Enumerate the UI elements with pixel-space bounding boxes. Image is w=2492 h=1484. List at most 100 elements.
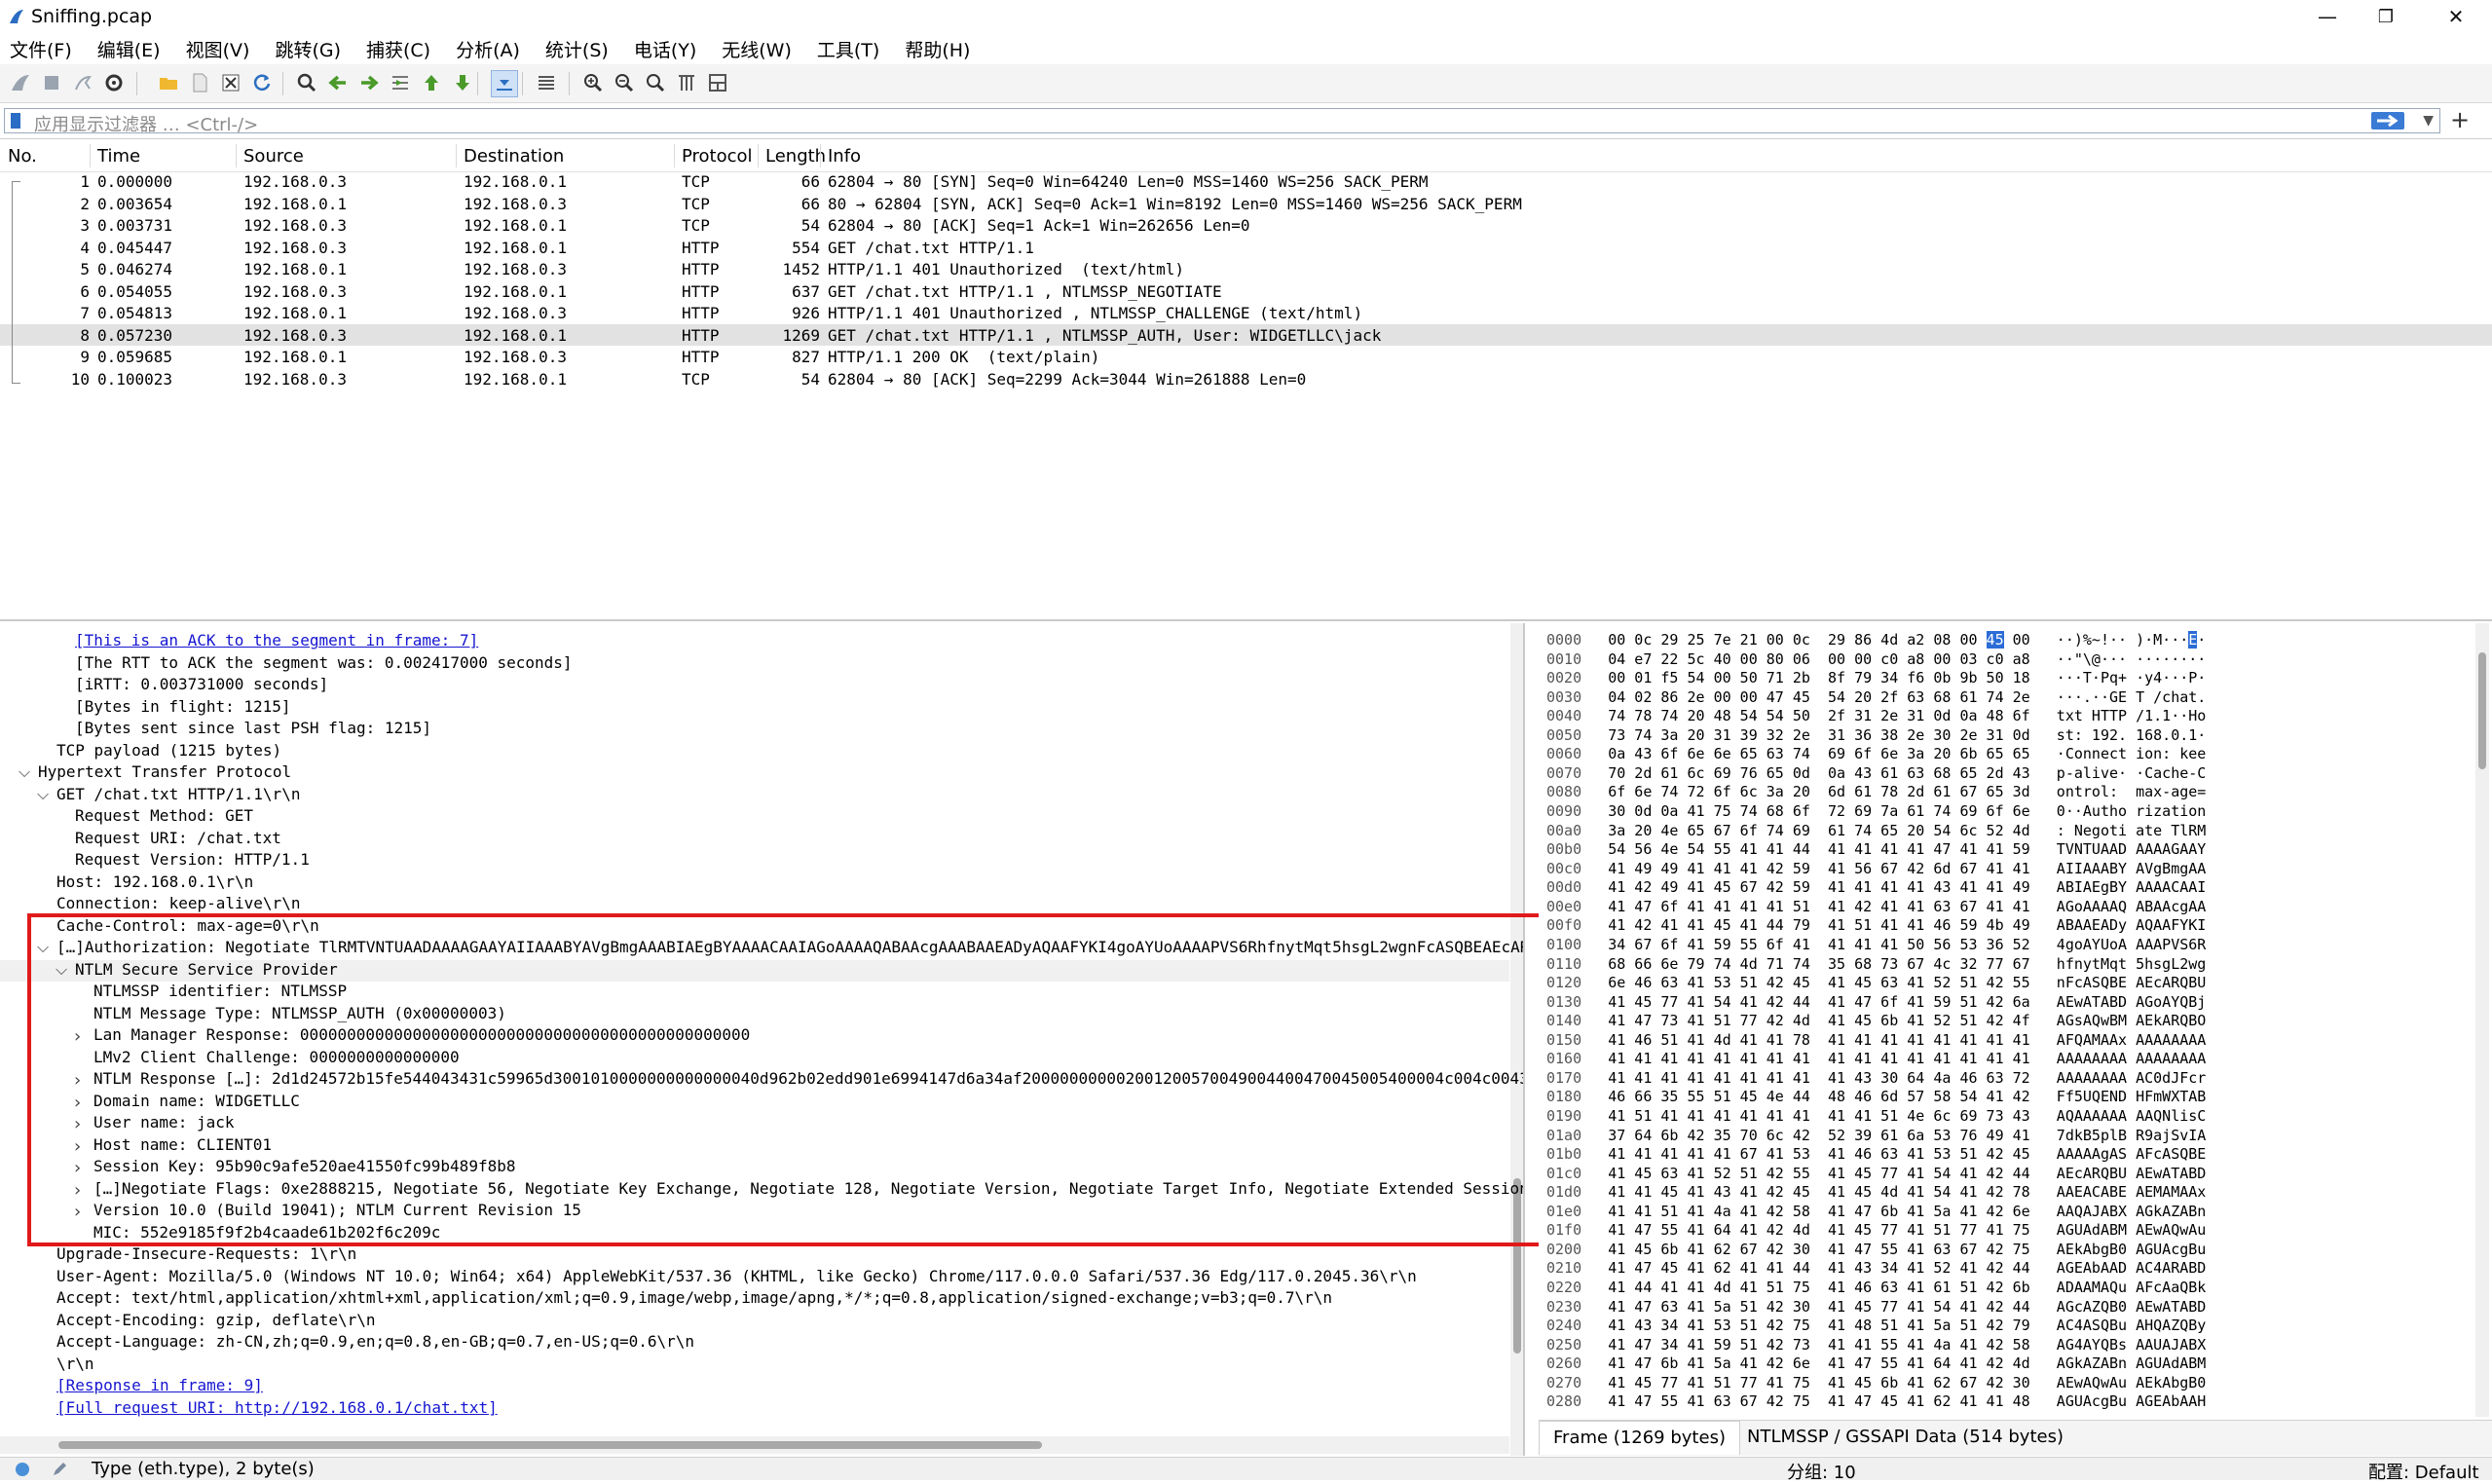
hex-row[interactable]: 0270 41 45 77 41 51 77 41 75 41 45 6b 41… <box>1546 1374 2206 1393</box>
hex-ascii[interactable]: ···T·Pq+ ·y4···P· <box>2057 669 2207 686</box>
column-divider[interactable] <box>456 144 457 167</box>
hex-bytes[interactable]: 41 42 41 41 45 41 44 79 41 51 41 41 46 5… <box>1608 916 2029 934</box>
expand-closed-chevron-icon[interactable]: › <box>74 1114 81 1134</box>
detail-line[interactable]: NTLM Message Type: NTLMSSP_AUTH (0x00000… <box>93 1004 506 1025</box>
menu-item-8[interactable]: 无线(W) <box>722 36 792 62</box>
colorize-icon[interactable] <box>534 70 559 95</box>
expand-open-chevron-icon[interactable]: ⌵ <box>37 938 49 957</box>
hex-row[interactable]: 01d0 41 41 45 41 43 41 42 45 41 45 4d 41… <box>1546 1183 2206 1203</box>
options-gear-icon[interactable] <box>101 70 127 95</box>
hex-ascii[interactable]: txt HTTP /1.1··Ho <box>2057 707 2207 724</box>
hex-ascii[interactable]: AGUAcgBu AGEAbAAH <box>2057 1392 2207 1410</box>
detail-line[interactable]: Host: 192.168.0.1\r\n <box>56 872 253 894</box>
hex-ascii[interactable]: p-alive· ·Cache-C <box>2057 764 2207 782</box>
hex-ascii[interactable]: AGUAdABM AEwAQwAu <box>2057 1221 2207 1239</box>
hex-row[interactable]: 0130 41 45 77 41 54 41 42 44 41 47 6f 41… <box>1546 993 2206 1013</box>
detail-line[interactable]: TCP payload (1215 bytes) <box>56 741 281 762</box>
hex-ascii[interactable]: AAAAAAAA AC0dJFcr <box>2057 1069 2207 1087</box>
packet-row[interactable]: 3 0.003731 192.168.0.3 192.168.0.1 TCP 54 6280… <box>0 214 2492 236</box>
packet-row[interactable]: 5 0.046274 192.168.0.1 192.168.0.3 HTTP 1452 H… <box>0 258 2492 279</box>
details-scroll-thumb[interactable] <box>1513 1178 1521 1354</box>
packet-row[interactable]: 8 0.057230 192.168.0.3 192.168.0.1 HTTP 1269 G… <box>0 323 2492 346</box>
expand-closed-chevron-icon[interactable]: › <box>74 1158 81 1178</box>
hex-row[interactable]: 0140 41 47 73 41 51 77 42 4d 41 45 6b 41… <box>1546 1012 2206 1031</box>
hex-row[interactable]: 0040 74 78 74 20 48 54 54 50 2f 31 2e 31… <box>1546 707 2206 726</box>
hex-bytes[interactable]: 6f 6e 74 72 6f 6c 3a 20 6d 61 78 2d 61 6… <box>1608 783 2029 800</box>
layout-icon[interactable] <box>705 70 730 95</box>
column-divider[interactable] <box>236 144 237 167</box>
detail-line[interactable]: Cache-Control: max-age=0\r\n <box>56 916 319 938</box>
hex-row[interactable]: 0050 73 74 3a 20 31 39 32 2e 31 36 38 2e… <box>1546 726 2206 746</box>
column-divider[interactable] <box>758 144 759 167</box>
status-profile[interactable]: 配置: Default <box>2368 1459 2479 1484</box>
hex-bytes[interactable]: 41 49 49 41 41 41 42 59 41 56 67 42 6d 6… <box>1608 860 2029 877</box>
hex-bytes[interactable]: 41 47 73 41 51 77 42 4d 41 45 6b 41 52 5… <box>1608 1012 2029 1029</box>
hex-row[interactable]: 0280 41 47 55 41 63 67 42 75 41 47 45 41… <box>1546 1392 2206 1412</box>
hex-row[interactable]: 0150 41 46 51 41 4d 41 41 78 41 41 41 41… <box>1546 1031 2206 1051</box>
packet-row[interactable]: 9 0.059685 192.168.0.1 192.168.0.3 HTTP 827 HT… <box>0 346 2492 367</box>
hex-bytes[interactable]: 41 47 55 41 63 67 42 75 41 47 45 41 62 4… <box>1608 1392 2029 1410</box>
packet-row[interactable]: 10 0.100023 192.168.0.3 192.168.0.1 TCP 54 628… <box>0 368 2492 390</box>
forward-arrow-icon[interactable] <box>356 70 382 95</box>
detail-line[interactable]: Session Key: 95b90c9afe520ae41550fc99b48… <box>93 1157 515 1178</box>
detail-line[interactable]: MIC: 552e9185f9f2b4caade61b202f6c209c <box>93 1223 440 1244</box>
hex-row[interactable]: 0190 41 51 41 41 41 41 41 41 41 41 51 4e… <box>1546 1107 2206 1127</box>
column-header-0[interactable]: No. <box>8 146 37 167</box>
expand-open-chevron-icon[interactable]: ⌵ <box>19 762 30 782</box>
bytes-scroll-thumb[interactable] <box>2478 652 2486 769</box>
detail-line[interactable]: NTLMSSP identifier: NTLMSSP <box>93 982 347 1003</box>
expand-closed-chevron-icon[interactable]: › <box>74 1026 81 1047</box>
hex-ascii[interactable]: ABIAEgBY AAAACAAI <box>2057 878 2207 896</box>
hex-row[interactable]: 0080 6f 6e 74 72 6f 6c 3a 20 6d 61 78 2d… <box>1546 783 2206 802</box>
hex-row[interactable]: 0030 04 02 86 2e 00 00 47 45 54 20 2f 63… <box>1546 688 2206 708</box>
hex-row[interactable]: 0230 41 47 63 41 5a 51 42 30 41 45 77 41… <box>1546 1298 2206 1317</box>
hex-ascii[interactable]: ADAAMAQu AFcAaQBk <box>2057 1279 2207 1296</box>
detail-line[interactable]: NTLM Response […]: 2d1d24572b15fe5440434… <box>93 1069 1523 1091</box>
hex-bytes[interactable]: 74 78 74 20 48 54 54 50 2f 31 2e 31 0d 0… <box>1608 707 2029 724</box>
autoscroll-icon[interactable] <box>491 70 518 97</box>
detail-line[interactable]: [This is an ACK to the segment in frame:… <box>75 631 478 652</box>
hex-row[interactable]: 0020 00 01 f5 54 00 50 71 2b 8f 79 34 f6… <box>1546 669 2206 688</box>
detail-line[interactable]: [Response in frame: 9] <box>56 1376 263 1397</box>
hex-row[interactable]: 0070 70 2d 61 6c 69 76 65 0d 0a 43 61 63… <box>1546 764 2206 784</box>
hex-ascii[interactable]: AEkAbgB0 AGUAcgBu <box>2057 1241 2207 1258</box>
hex-row[interactable]: 0210 41 47 45 41 62 41 41 44 41 43 34 41… <box>1546 1259 2206 1279</box>
detail-line[interactable]: \r\n <box>56 1354 94 1376</box>
hex-row[interactable]: 0240 41 43 34 41 53 51 42 75 41 48 51 41… <box>1546 1317 2206 1336</box>
hex-ascii[interactable]: hfnytMqt 5hsgL2wg <box>2057 955 2207 973</box>
tab-ntlmssp-data[interactable]: NTLMSSP / GSSAPI Data (514 bytes) <box>1733 1421 2077 1454</box>
menu-item-2[interactable]: 视图(V) <box>186 36 250 62</box>
resize-columns-icon[interactable] <box>674 70 699 95</box>
expand-open-chevron-icon[interactable]: ⌵ <box>37 785 49 804</box>
hex-bytes[interactable]: 41 47 63 41 5a 51 42 30 41 45 77 41 54 4… <box>1608 1298 2029 1316</box>
packet-row[interactable]: 7 0.054813 192.168.0.1 192.168.0.3 HTTP 926 HT… <box>0 302 2492 323</box>
hex-row[interactable]: 00e0 41 47 6f 41 41 41 41 51 41 42 41 41… <box>1546 898 2206 917</box>
menu-item-9[interactable]: 工具(T) <box>817 36 879 62</box>
hex-ascii[interactable]: ontrol: max-age= <box>2057 783 2207 800</box>
detail-line[interactable]: Accept-Encoding: gzip, deflate\r\n <box>56 1311 376 1332</box>
hex-ascii[interactable]: Ff5UQEND HFmWXTAB <box>2057 1088 2207 1105</box>
hex-row[interactable]: 0110 68 66 6e 79 74 4d 71 74 35 68 73 67… <box>1546 955 2206 975</box>
hex-bytes[interactable]: 41 42 49 41 45 67 42 59 41 41 41 41 43 4… <box>1608 878 2029 896</box>
hex-row[interactable]: 0120 6e 46 63 41 53 51 42 45 41 45 63 41… <box>1546 974 2206 993</box>
detail-line[interactable]: [Full request URI: http://192.168.0.1/ch… <box>56 1398 498 1420</box>
column-header-5[interactable]: Length <box>765 146 826 167</box>
hex-ascii[interactable]: TVNTUAAD AAAAGAAY <box>2057 840 2207 858</box>
column-header-1[interactable]: Time <box>97 146 140 167</box>
expand-closed-chevron-icon[interactable]: › <box>74 1093 81 1113</box>
detail-line[interactable]: Domain name: WIDGETLLC <box>93 1092 300 1113</box>
hex-bytes[interactable]: 41 51 41 41 41 41 41 41 41 41 51 4e 6c 6… <box>1608 1107 2029 1125</box>
expand-open-chevron-icon[interactable]: ⌵ <box>56 960 67 980</box>
hex-row[interactable]: 0000 00 0c 29 25 7e 21 00 0c 29 86 4d a2… <box>1546 631 2206 650</box>
hex-row[interactable]: 0060 0a 43 6f 6e 6e 65 63 74 69 6f 6e 3a… <box>1546 745 2206 764</box>
hex-ascii[interactable]: : Negoti ate TlRM <box>2057 822 2207 839</box>
zoom-in-icon[interactable] <box>580 70 606 95</box>
filter-bookmark-icon[interactable] <box>11 113 20 129</box>
hex-bytes[interactable]: 41 44 41 41 4d 41 51 75 41 46 63 41 61 5… <box>1608 1279 2029 1296</box>
detail-line[interactable]: Version 10.0 (Build 19041); NTLM Current… <box>93 1201 581 1222</box>
close-file-icon[interactable] <box>218 70 243 95</box>
packet-row[interactable]: 6 0.054055 192.168.0.3 192.168.0.1 HTTP 637 GE… <box>0 280 2492 302</box>
hex-bytes[interactable]: 41 45 77 41 51 77 41 75 41 45 6b 41 62 6… <box>1608 1374 2029 1391</box>
hex-ascii[interactable]: AG4AYQBs AAUAJABX <box>2057 1336 2207 1354</box>
hex-ascii[interactable]: AGsAQwBM AEkARQBO <box>2057 1012 2207 1029</box>
